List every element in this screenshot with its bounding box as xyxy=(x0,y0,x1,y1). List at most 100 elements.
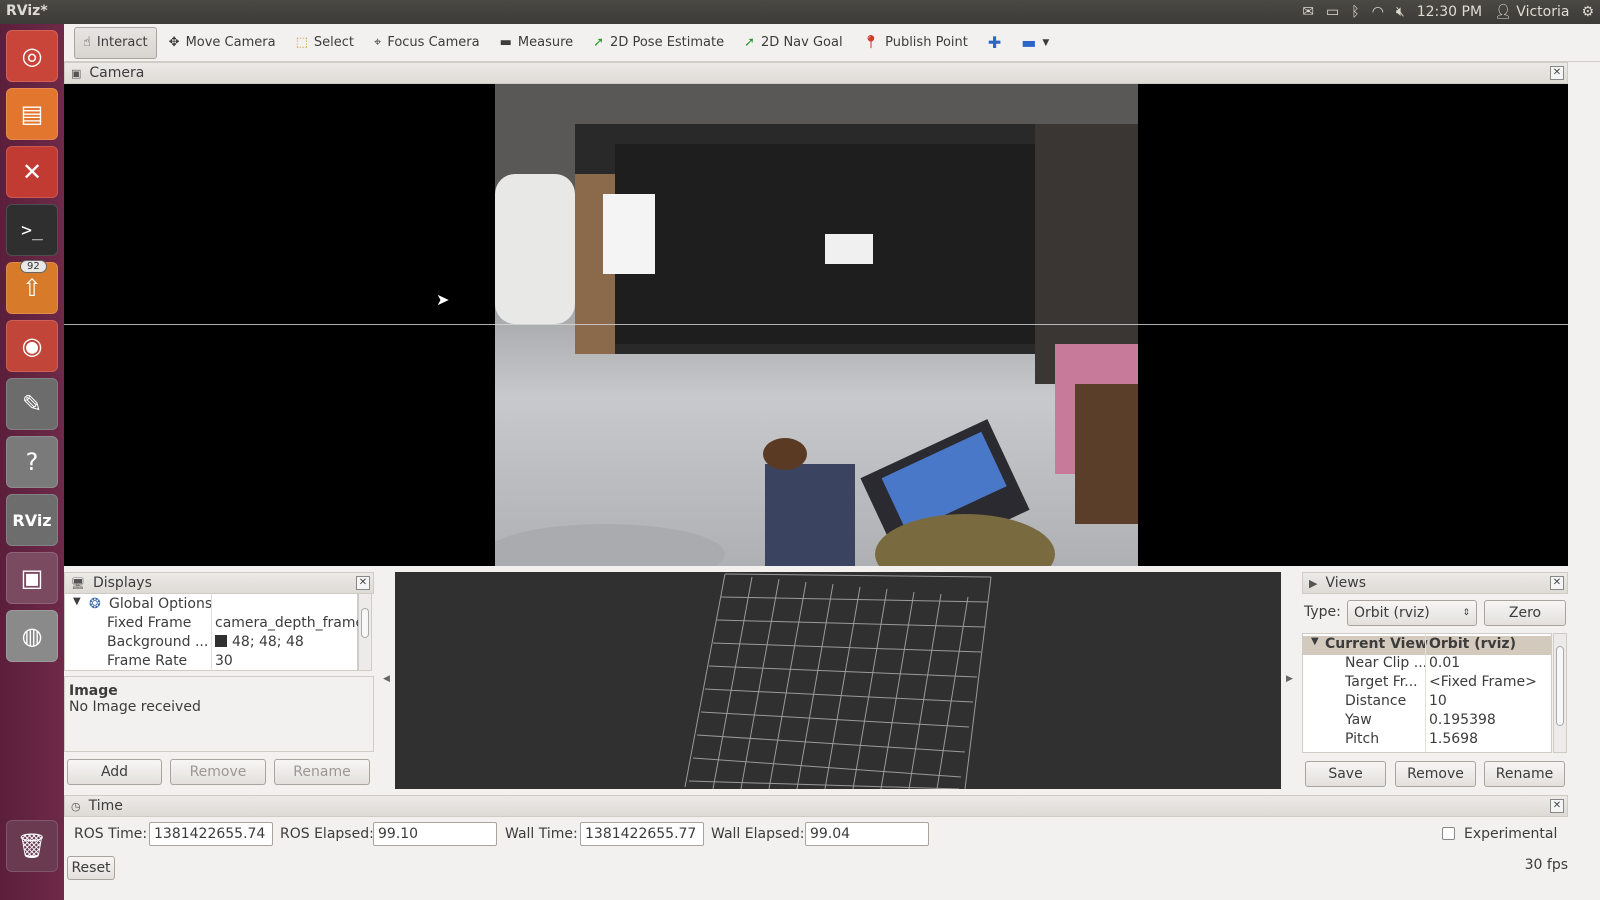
tree-label: Distance xyxy=(1345,693,1407,709)
tree-row-current-view[interactable]: ▼ Current View Orbit (rviz) xyxy=(1303,636,1551,655)
publish-point-tool-button[interactable]: 📍︎ Publish Point xyxy=(855,27,976,59)
remove-tool-button[interactable]: ▬ ▼ xyxy=(1013,27,1057,59)
camera-view[interactable]: ➤ xyxy=(64,84,1568,566)
top-panel: RViz* ✉ ▭ ᛒ ◠ 🔇︎ 12:30 PM 👤︎ Victoria ⚙ xyxy=(0,0,1600,24)
gear-icon[interactable]: ⚙ xyxy=(1581,4,1594,20)
save-view-button[interactable]: Save xyxy=(1305,761,1386,787)
scrollbar-thumb[interactable] xyxy=(361,608,369,638)
tree-row-distance[interactable]: Distance 10 xyxy=(1303,693,1551,712)
battery-icon[interactable]: ▭ xyxy=(1326,4,1339,20)
add-tool-button[interactable]: ✚ xyxy=(980,27,1009,59)
displays-tree[interactable]: ▼ ❂ Global Options Fixed Frame camera_de… xyxy=(64,593,364,672)
tree-row-target-frame[interactable]: Target Fr... <Fixed Frame> xyxy=(1303,674,1551,693)
wall-time-field[interactable]: 1381422655.77 xyxy=(580,822,704,846)
help-icon[interactable]: ? xyxy=(6,436,58,488)
ubuntu-dash-icon[interactable]: ◎ xyxy=(6,30,58,82)
tree-value[interactable]: <Fixed Frame> xyxy=(1429,674,1537,690)
volume-muted-icon[interactable]: 🔇︎ xyxy=(1396,4,1405,20)
remove-display-button[interactable]: Remove xyxy=(170,759,266,785)
select-tool-button[interactable]: ⬚ Select xyxy=(288,27,362,59)
displays-panel-header: 🖥︎ Displays ✕ xyxy=(64,572,374,594)
zero-button[interactable]: Zero xyxy=(1484,600,1566,626)
view-type-value: Orbit (rviz) xyxy=(1354,605,1430,621)
close-icon[interactable]: ✕ xyxy=(1550,576,1564,590)
views-scrollbar[interactable] xyxy=(1553,633,1567,753)
nav-goal-arrow-icon: ➚ xyxy=(744,35,756,50)
tree-label: Current View xyxy=(1325,636,1428,652)
window-icon[interactable]: ▣ xyxy=(6,552,58,604)
tree-label: Global Options xyxy=(109,596,213,612)
mail-icon[interactable]: ✉ xyxy=(1302,4,1314,20)
select-icon: ⬚ xyxy=(295,35,308,50)
chrome-icon[interactable]: ◉ xyxy=(6,320,58,372)
view-type-select[interactable]: Orbit (rviz) ⇕ xyxy=(1347,600,1477,626)
column-divider xyxy=(1425,634,1426,752)
reset-button[interactable]: Reset xyxy=(67,856,115,880)
close-icon[interactable]: ✕ xyxy=(1550,799,1564,813)
ruler-icon: ▬ xyxy=(499,35,512,50)
tree-row-pitch[interactable]: Pitch 1.5698 xyxy=(1303,731,1551,750)
ros-time-field[interactable]: 1381422655.74 xyxy=(149,822,273,846)
software-updater-icon[interactable]: ⇧ 92 xyxy=(6,260,58,314)
terminal-icon[interactable]: >_ xyxy=(6,204,58,256)
image-status-box: Image No Image received xyxy=(64,676,374,752)
trash-icon[interactable]: 🗑︎ xyxy=(6,820,58,872)
user-menu[interactable]: 👤︎ Victoria xyxy=(1494,4,1569,20)
ros-elapsed-field[interactable]: 99.10 xyxy=(373,822,497,846)
system-settings-icon[interactable]: ✕ xyxy=(6,146,58,198)
collapse-left-arrow-icon[interactable]: ◀ xyxy=(383,674,390,684)
3d-render-view[interactable] xyxy=(395,572,1281,789)
pose-estimate-tool-button[interactable]: ➚ 2D Pose Estimate xyxy=(585,27,732,59)
dvd-icon[interactable]: ◍ xyxy=(6,610,58,662)
text-editor-icon[interactable]: ✎ xyxy=(6,378,58,430)
measure-tool-button[interactable]: ▬ Measure xyxy=(492,27,582,59)
image-status-title: Image xyxy=(69,683,118,699)
tree-value[interactable]: 10 xyxy=(1429,693,1447,709)
tree-value[interactable]: 0.195398 xyxy=(1429,712,1496,728)
bluetooth-icon[interactable]: ᛒ xyxy=(1351,4,1359,20)
nav-goal-tool-button[interactable]: ➚ 2D Nav Goal xyxy=(736,27,850,59)
rviz-icon[interactable]: RViz xyxy=(6,494,58,546)
status-bar: Reset 30 fps xyxy=(64,852,1600,882)
tree-value[interactable]: camera_depth_frame xyxy=(215,615,364,631)
rename-display-button[interactable]: Rename xyxy=(274,759,370,785)
collapse-right-arrow-icon[interactable]: ▶ xyxy=(1286,674,1293,684)
wall-elapsed-field[interactable]: 99.04 xyxy=(805,822,929,846)
time-panel-header: ◷ Time ✕ xyxy=(64,795,1568,817)
wifi-icon[interactable]: ◠ xyxy=(1372,4,1384,20)
focus-camera-tool-button[interactable]: ⌖ Focus Camera xyxy=(366,27,488,59)
expand-arrow-icon[interactable]: ▼ xyxy=(1311,636,1319,647)
remove-view-button[interactable]: Remove xyxy=(1395,761,1476,787)
tree-row-yaw[interactable]: Yaw 0.195398 xyxy=(1303,712,1551,731)
time-panel-title: Time xyxy=(88,798,123,814)
spinner-arrows-icon: ⇕ xyxy=(1462,608,1470,618)
expand-arrow-icon[interactable]: ▼ xyxy=(73,596,81,607)
rename-view-button[interactable]: Rename xyxy=(1484,761,1565,787)
scrollbar-thumb[interactable] xyxy=(1556,646,1564,726)
close-icon[interactable]: ✕ xyxy=(356,576,370,590)
tree-value[interactable]: 1.5698 xyxy=(1429,731,1478,747)
files-icon[interactable]: ▤ xyxy=(6,88,58,140)
monitor-icon: 🖥︎ xyxy=(71,576,85,590)
views-type-row: Type: Orbit (rviz) ⇕ Zero xyxy=(1302,600,1568,628)
interact-tool-button[interactable]: ☝ Interact xyxy=(74,26,157,59)
experimental-label: Experimental xyxy=(1464,826,1558,842)
add-display-button[interactable]: Add xyxy=(67,759,162,785)
tree-value[interactable]: 48; 48; 48 xyxy=(215,634,304,650)
close-icon[interactable]: ✕ xyxy=(1550,66,1564,80)
experimental-checkbox[interactable] xyxy=(1442,827,1455,840)
clock[interactable]: 12:30 PM xyxy=(1417,4,1482,20)
type-label: Type: xyxy=(1304,604,1341,620)
camera-panel-title: Camera xyxy=(89,65,145,81)
move-camera-tool-button[interactable]: ✥ Move Camera xyxy=(161,27,284,59)
tree-value[interactable]: 30 xyxy=(215,653,233,669)
camera-panel-icon: ▣ xyxy=(71,66,82,80)
tool-label: Interact xyxy=(96,35,148,50)
tree-row-near-clip[interactable]: Near Clip ... 0.01 xyxy=(1303,655,1551,674)
displays-scrollbar[interactable] xyxy=(358,593,372,671)
fps-readout: 30 fps xyxy=(1524,857,1568,873)
map-pin-icon: 📍︎ xyxy=(862,35,880,50)
tree-label: Target Fr... xyxy=(1345,674,1418,690)
tree-value[interactable]: 0.01 xyxy=(1429,655,1460,671)
views-tree[interactable]: ▼ Current View Orbit (rviz) Near Clip ..… xyxy=(1302,633,1552,753)
